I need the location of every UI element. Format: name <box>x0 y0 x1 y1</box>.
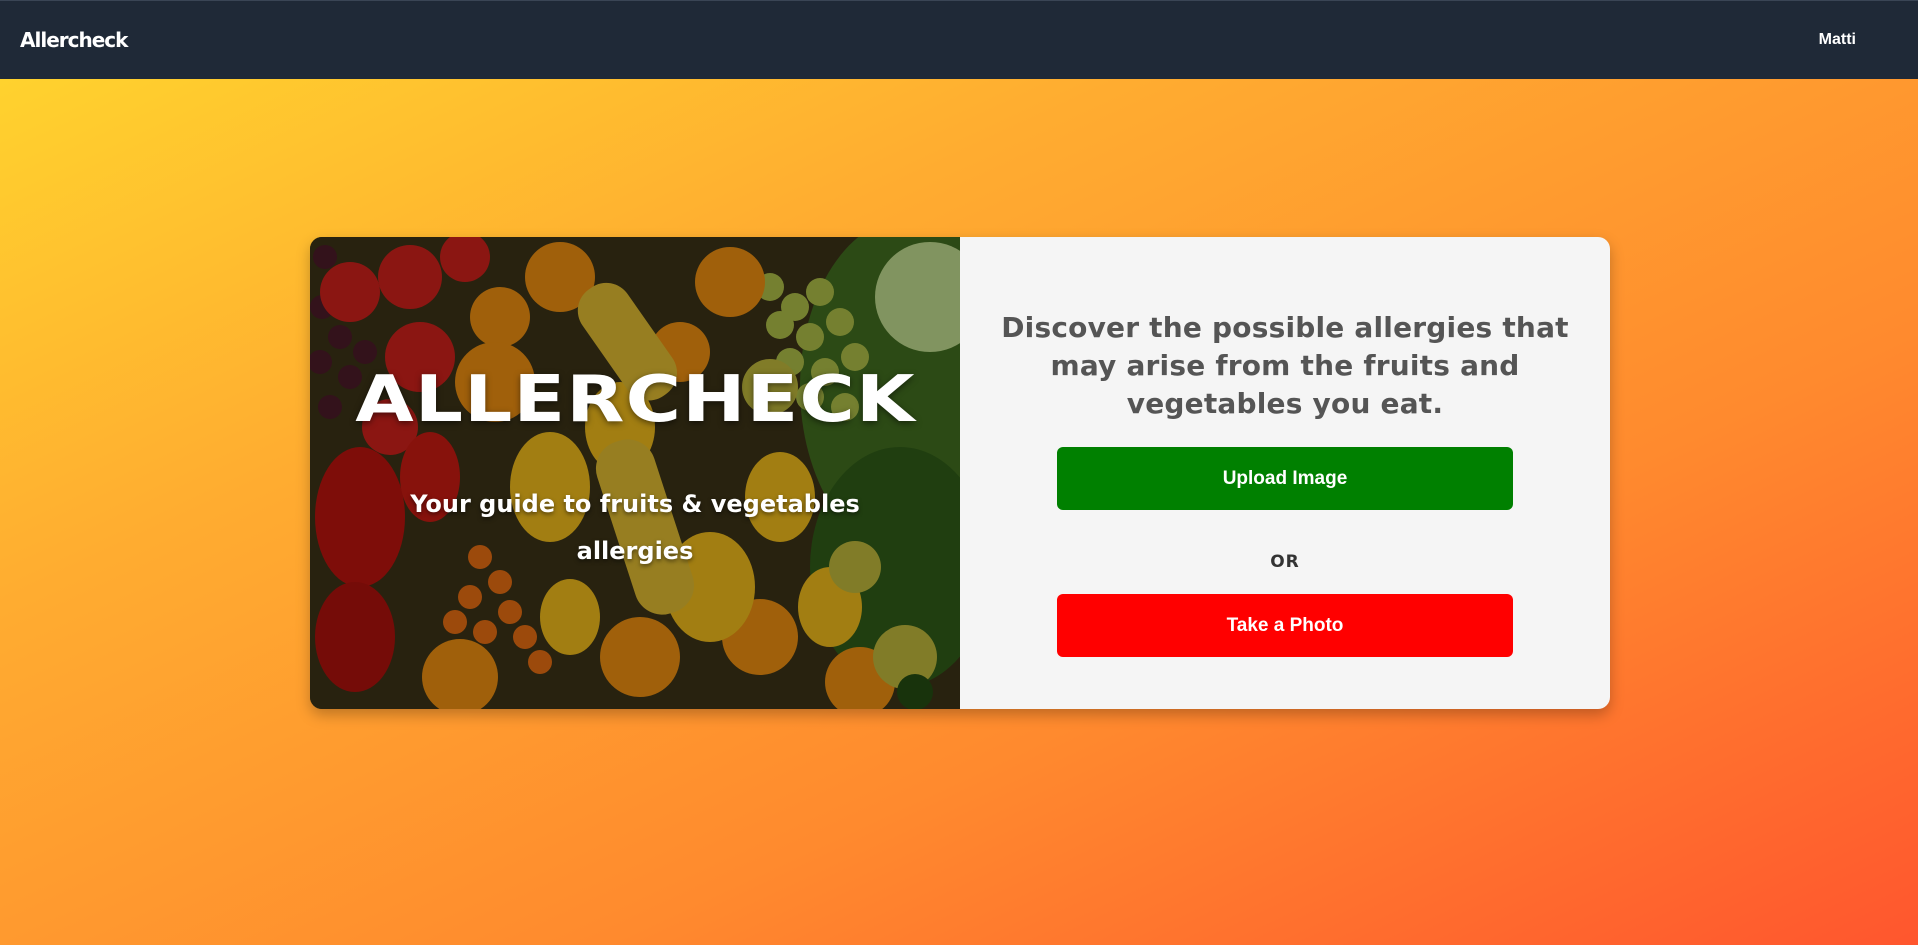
hero-subtitle: Your guide to fruits & vegetables allerg… <box>410 490 860 565</box>
or-divider: OR <box>1270 552 1300 572</box>
action-panel: Discover the possible allergies that may… <box>960 237 1610 709</box>
hero-card: ALLERCHECK Your guide to fruits & vegeta… <box>310 237 1610 709</box>
main-area: ALLERCHECK Your guide to fruits & vegeta… <box>0 79 1918 945</box>
hero-image: ALLERCHECK Your guide to fruits & vegeta… <box>310 237 960 709</box>
user-name[interactable]: Matti <box>1819 31 1856 49</box>
navbar: Allercheck Matti <box>0 0 1918 79</box>
hero-title: ALLERCHECK <box>354 363 916 437</box>
headline: Discover the possible allergies that may… <box>1001 311 1569 420</box>
upload-image-button[interactable]: Upload Image <box>1057 447 1513 510</box>
brand-logo[interactable]: Allercheck <box>20 28 128 52</box>
take-photo-button[interactable]: Take a Photo <box>1057 594 1513 657</box>
hero-text: ALLERCHECK Your guide to fruits & vegeta… <box>310 237 960 709</box>
